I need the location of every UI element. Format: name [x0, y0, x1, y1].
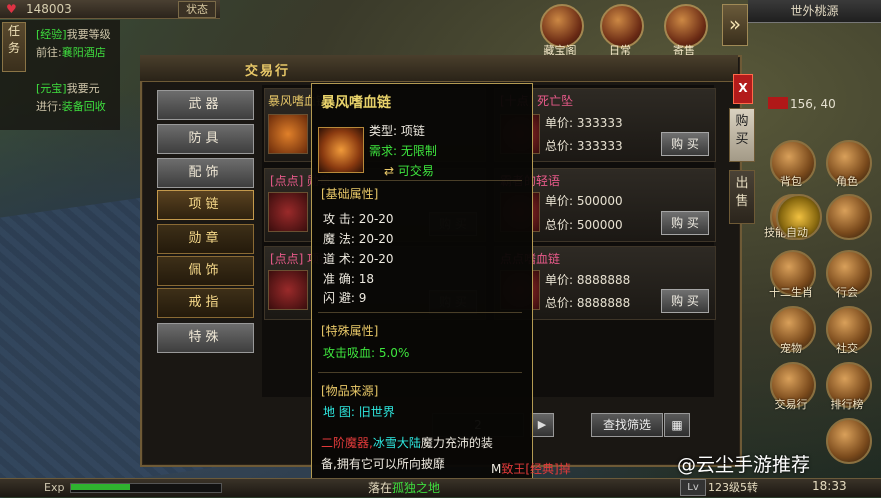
- special-attr-lifesteal: 攻击吸血: 5.0%: [323, 346, 410, 360]
- category-necklace[interactable]: 项链: [157, 190, 254, 220]
- item-slot[interactable]: [268, 192, 308, 232]
- trade-window-header: [140, 55, 738, 82]
- zodiac-label: 十二生肖: [769, 286, 813, 299]
- category-armor[interactable]: 防具: [157, 124, 254, 154]
- tooltip-item-icon: [318, 127, 364, 173]
- quest-line-2[interactable]: 前往:襄阳酒店: [36, 44, 106, 60]
- mail-icon[interactable]: [826, 418, 872, 464]
- stat-accuracy: 准 确: 18: [323, 272, 374, 286]
- exp-bar-fill: [71, 484, 130, 490]
- expand-arrow-button[interactable]: »: [722, 4, 748, 46]
- item-slot[interactable]: [268, 114, 308, 154]
- total-price: 总价: 8888888: [545, 296, 631, 310]
- tab-sell[interactable]: 出售: [729, 170, 755, 224]
- category-special[interactable]: 特殊: [157, 323, 254, 353]
- pet-label: 宠物: [780, 342, 802, 355]
- quest-tag-yuanbao: [元宝]: [36, 82, 67, 95]
- quest-link-hotel[interactable]: 襄阳酒店: [62, 46, 106, 59]
- pk-tag: [768, 97, 788, 109]
- tooltip-tradeable: ⇄ 可交易: [384, 164, 434, 178]
- total-price: 总价: 500000: [545, 218, 623, 232]
- category-pendant[interactable]: 佩饰: [157, 256, 254, 286]
- ranking-label: 排行榜: [830, 398, 864, 411]
- next-page-button[interactable]: ▶: [530, 413, 554, 437]
- character-label: 角色: [836, 175, 858, 188]
- buy-button[interactable]: 购 买: [661, 211, 709, 235]
- stat-taoism: 道 术: 20-20: [323, 252, 394, 266]
- trade-window-title: 交易行: [245, 64, 291, 79]
- guild-label: 行会: [836, 286, 858, 299]
- category-ring[interactable]: 戒指: [157, 288, 254, 318]
- divider: [318, 372, 522, 373]
- bag-label: 背包: [780, 175, 802, 188]
- coordinates: 156, 40: [790, 97, 836, 111]
- filter-button[interactable]: 查找筛选: [591, 413, 663, 437]
- buy-button[interactable]: 购 买: [661, 289, 709, 313]
- clock: 18:33: [812, 479, 847, 493]
- level-text: 123级5转: [708, 481, 758, 494]
- base-attr-title: [基础属性]: [321, 187, 379, 201]
- top-status-bar: 148003 状态: [0, 0, 220, 19]
- gold-amount: 148003: [26, 2, 72, 16]
- grid-icon[interactable]: ▦: [664, 413, 690, 437]
- quest-text-yuanbao: 我要元: [66, 82, 100, 95]
- heart-icon: ♥: [6, 2, 17, 16]
- unit-price: 单价: 333333: [545, 116, 623, 130]
- chat-line: M致王[经典]掉: [491, 462, 571, 476]
- stat-attack: 攻 击: 20-20: [323, 212, 394, 226]
- social-label: 社交: [836, 342, 858, 355]
- quest-line-3[interactable]: [元宝]我要元: [36, 80, 100, 96]
- auto-label: 自动: [786, 226, 808, 239]
- item-slot[interactable]: [268, 270, 308, 310]
- swap-icon: ⇄: [384, 164, 395, 178]
- source-title: [物品来源]: [321, 384, 379, 398]
- gift-icon[interactable]: [826, 194, 872, 240]
- quest-tab[interactable]: 任务: [2, 22, 26, 72]
- map-name: 世外桃源: [748, 0, 881, 23]
- tooltip-requirement: 需求: 无限制: [369, 144, 437, 158]
- quest-line-4[interactable]: 进行:装备回收: [36, 98, 106, 114]
- tooltip-item-name: 暴风嗜血链: [321, 95, 391, 111]
- level-tag: Lv: [680, 479, 706, 496]
- status-tab[interactable]: 状态: [178, 1, 216, 18]
- category-weapon[interactable]: 武器: [157, 90, 254, 120]
- divider: [318, 180, 522, 181]
- category-medal[interactable]: 勋章: [157, 224, 254, 254]
- source-map: 地 图: 旧世界: [323, 405, 395, 419]
- stat-dodge: 闪 避: 9: [323, 291, 367, 305]
- quest-line-1[interactable]: [经验]我要等级: [36, 26, 111, 42]
- stat-magic: 魔 法: 20-20: [323, 232, 394, 246]
- tab-buy[interactable]: 购买: [729, 108, 755, 162]
- unit-price: 单价: 500000: [545, 194, 623, 208]
- watermark-text: @云尘手游推荐: [677, 454, 811, 476]
- location-line: 落在孤独之地: [368, 481, 441, 495]
- quest-prefix-do: 进行:: [36, 100, 62, 113]
- close-button[interactable]: X: [733, 74, 753, 104]
- quest-tag-exp: [经验]: [36, 28, 67, 41]
- total-price: 总价: 333333: [545, 139, 623, 153]
- category-accessory[interactable]: 配饰: [157, 158, 254, 188]
- item-description-line1: 二阶魔器,冰雪大陆魔力充沛的装: [321, 436, 493, 450]
- buy-button[interactable]: 购 买: [661, 132, 709, 156]
- trade-house-label: 交易行: [774, 398, 808, 411]
- unit-price: 单价: 8888888: [545, 273, 631, 287]
- item-description-line2: 备,拥有它可以所向披靡: [321, 457, 445, 471]
- exp-label: Exp: [44, 481, 65, 494]
- quest-link-recycle[interactable]: 装备回收: [62, 100, 106, 113]
- quest-prefix-goto: 前往:: [36, 46, 62, 59]
- divider: [318, 312, 522, 313]
- quest-text-exp: 我要等级: [66, 28, 111, 41]
- tooltip-type: 类型: 项链: [369, 124, 425, 138]
- special-attr-title: [特殊属性]: [321, 324, 379, 338]
